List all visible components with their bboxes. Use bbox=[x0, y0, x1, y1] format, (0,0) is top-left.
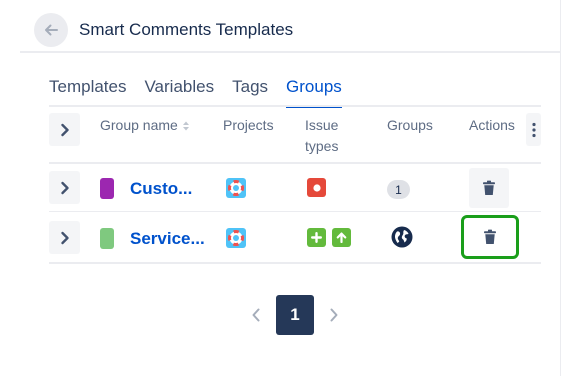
column-options-button[interactable] bbox=[526, 113, 541, 146]
improvement-icon bbox=[332, 228, 351, 247]
row-divider bbox=[49, 211, 541, 212]
pagination-next-button[interactable] bbox=[326, 303, 342, 327]
chevron-right-icon bbox=[60, 231, 69, 244]
page-title: Smart Comments Templates bbox=[79, 20, 294, 39]
header-divider bbox=[20, 51, 560, 53]
column-header-label: types bbox=[305, 138, 339, 154]
table-bottom-divider bbox=[49, 262, 541, 264]
app-header: Smart Comments Templates bbox=[0, 0, 560, 58]
chevron-left-icon bbox=[252, 308, 260, 322]
groups-count-badge: 1 bbox=[387, 180, 410, 199]
sort-icon bbox=[182, 121, 189, 131]
chevron-right-icon bbox=[330, 308, 338, 322]
bug-icon bbox=[307, 178, 326, 197]
pagination-page-current[interactable]: 1 bbox=[276, 295, 314, 335]
trash-icon bbox=[484, 229, 496, 244]
expand-row-button[interactable] bbox=[49, 171, 80, 204]
column-header-label: Group name bbox=[100, 117, 178, 133]
globe-icon bbox=[390, 225, 414, 249]
back-button[interactable] bbox=[34, 13, 68, 47]
delete-button[interactable] bbox=[461, 215, 519, 259]
lifebuoy-icon bbox=[226, 228, 246, 248]
tab-templates[interactable]: Templates bbox=[49, 77, 126, 107]
expand-row-button[interactable] bbox=[49, 221, 80, 254]
chevron-right-icon bbox=[60, 123, 69, 136]
column-header-issue-types: Issue types bbox=[305, 115, 338, 157]
tab-tags[interactable]: Tags bbox=[232, 77, 268, 107]
group-color-swatch bbox=[100, 178, 114, 199]
right-divider bbox=[560, 0, 561, 376]
arrow-left-icon bbox=[45, 24, 58, 36]
pagination-prev-button[interactable] bbox=[248, 303, 264, 327]
tab-bar: Templates Variables Tags Groups bbox=[49, 77, 360, 108]
column-header-projects: Projects bbox=[223, 117, 274, 133]
trash-icon bbox=[483, 180, 495, 195]
column-header-groups: Groups bbox=[387, 117, 433, 133]
chevron-right-icon bbox=[60, 181, 69, 194]
more-vertical-icon bbox=[531, 122, 536, 137]
group-name-link[interactable]: Custo... bbox=[130, 179, 192, 199]
delete-button[interactable] bbox=[469, 168, 509, 208]
table-header-divider bbox=[49, 162, 541, 164]
group-name-link[interactable]: Service... bbox=[130, 229, 205, 249]
column-header-label: Issue bbox=[305, 117, 339, 133]
tab-divider bbox=[49, 105, 541, 107]
expand-all-button[interactable] bbox=[49, 113, 80, 146]
lifebuoy-icon bbox=[226, 178, 246, 198]
tab-groups[interactable]: Groups bbox=[286, 77, 342, 108]
column-header-group-name[interactable]: Group name bbox=[100, 115, 190, 136]
column-header-actions: Actions bbox=[469, 117, 515, 133]
tab-variables[interactable]: Variables bbox=[144, 77, 214, 107]
new-feature-icon bbox=[307, 228, 326, 247]
group-color-swatch bbox=[100, 228, 114, 249]
